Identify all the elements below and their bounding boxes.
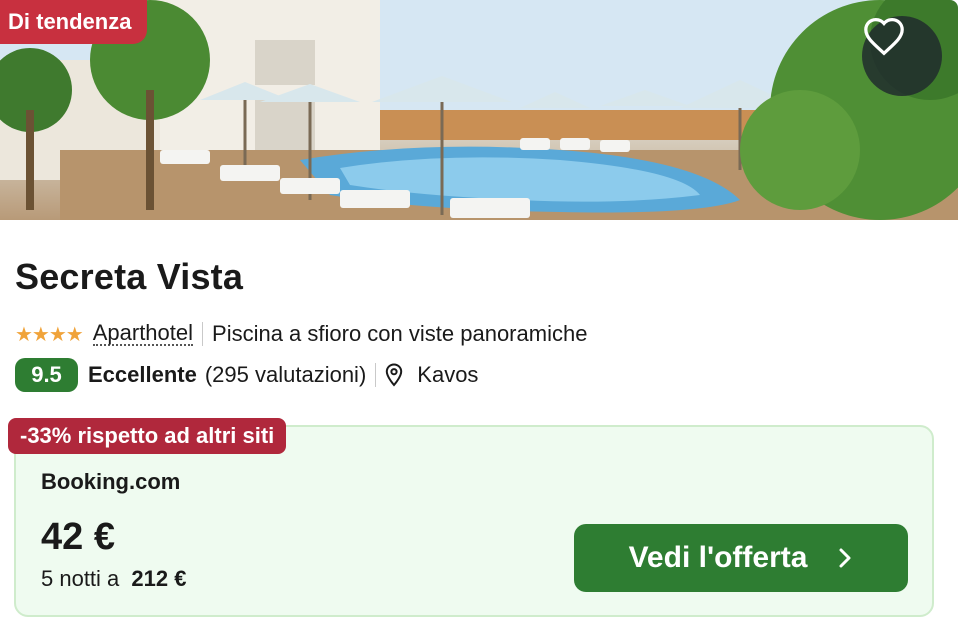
location-name[interactable]: Kavos (417, 362, 478, 388)
accommodation-type[interactable]: Aparthotel (92, 322, 194, 346)
hotel-meta: ★★★★ Aparthotel Piscina a sfioro con vis… (15, 320, 587, 348)
nightly-price: 42 € (41, 516, 115, 558)
divider (202, 322, 204, 346)
view-offer-button[interactable]: Vedi l'offerta (574, 524, 908, 592)
rating-score-badge: 9.5 (15, 358, 78, 392)
chevron-right-icon (837, 546, 853, 570)
nights-label: 5 notti a (41, 566, 120, 591)
total-amount: 212 € (131, 566, 187, 591)
discount-badge: -33% rispetto ad altri siti (8, 418, 287, 454)
review-count[interactable]: (295 valutazioni) (205, 362, 366, 388)
rating-label: Eccellente (88, 362, 197, 387)
hotel-feature: Piscina a sfioro con viste panoramiche (212, 321, 588, 346)
total-price: 5 notti a 212 € (41, 566, 186, 592)
hotel-name[interactable]: Secreta Vista (15, 256, 243, 298)
view-offer-label: Vedi l'offerta (628, 541, 808, 574)
rating-row: 9.5 Eccellente (295 valutazioni) Kavos (15, 357, 478, 393)
provider-name: Booking.com (41, 469, 181, 494)
trending-badge: Di tendenza (0, 0, 148, 44)
map-pin-icon (385, 363, 403, 387)
favorite-button[interactable] (862, 16, 942, 96)
hotel-photo[interactable]: Di tendenza (0, 0, 958, 220)
star-rating: ★★★★ (15, 323, 84, 346)
divider (375, 363, 377, 387)
